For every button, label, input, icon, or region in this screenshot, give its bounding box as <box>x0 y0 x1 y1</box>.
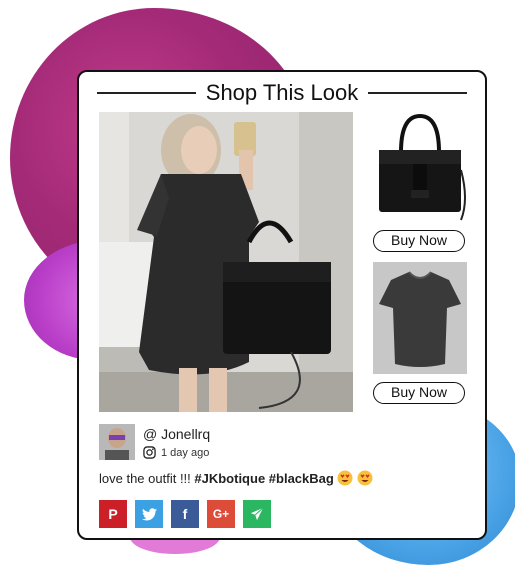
share-buttons: P f G+ <box>99 500 271 528</box>
product-tshirt: Buy Now <box>373 262 467 404</box>
post-time-row: 1 day ago <box>143 446 209 459</box>
look-photo-image <box>99 112 353 412</box>
send-icon <box>250 507 264 521</box>
buy-now-button-handbag[interactable]: Buy Now <box>373 230 465 252</box>
caption-text: love the outfit !!! <box>99 471 195 486</box>
googleplus-share-button[interactable]: G+ <box>207 500 235 528</box>
googleplus-icon: G+ <box>212 507 230 521</box>
username[interactable]: @ Jonellrq <box>143 426 210 442</box>
handbag-icon <box>379 113 466 221</box>
shop-look-card: Shop This Look Buy Now Buy Now @ Jonellr… <box>77 70 487 540</box>
buy-now-button-tshirt[interactable]: Buy Now <box>373 382 465 404</box>
twitter-share-button[interactable] <box>135 500 163 528</box>
facebook-share-button[interactable]: f <box>171 500 199 528</box>
pinterest-share-button[interactable]: P <box>99 500 127 528</box>
header-rule-left <box>97 92 196 94</box>
tshirt-icon <box>373 262 467 374</box>
handbag-thumbnail[interactable] <box>373 110 467 222</box>
caption-hashtags[interactable]: #JKbotique #blackBag <box>194 471 333 486</box>
send-share-button[interactable] <box>243 500 271 528</box>
card-title: Shop This Look <box>205 80 359 105</box>
product-handbag: Buy Now <box>373 110 467 252</box>
facebook-icon: f <box>182 506 188 522</box>
avatar[interactable] <box>99 424 135 460</box>
heart-eyes-emoji-icon <box>357 470 373 489</box>
post-caption: love the outfit !!! #JKbotique #blackBag <box>99 470 373 489</box>
tshirt-thumbnail[interactable] <box>373 262 467 374</box>
header-rule-right <box>368 92 468 94</box>
twitter-icon <box>141 507 157 520</box>
pinterest-icon: P <box>108 506 118 522</box>
look-photo[interactable] <box>99 112 353 412</box>
instagram-icon <box>143 446 156 459</box>
post-time: 1 day ago <box>161 446 210 459</box>
heart-eyes-emoji-icon <box>337 470 353 489</box>
card-header: Shop This Look <box>97 80 468 106</box>
avatar-image <box>99 424 135 460</box>
